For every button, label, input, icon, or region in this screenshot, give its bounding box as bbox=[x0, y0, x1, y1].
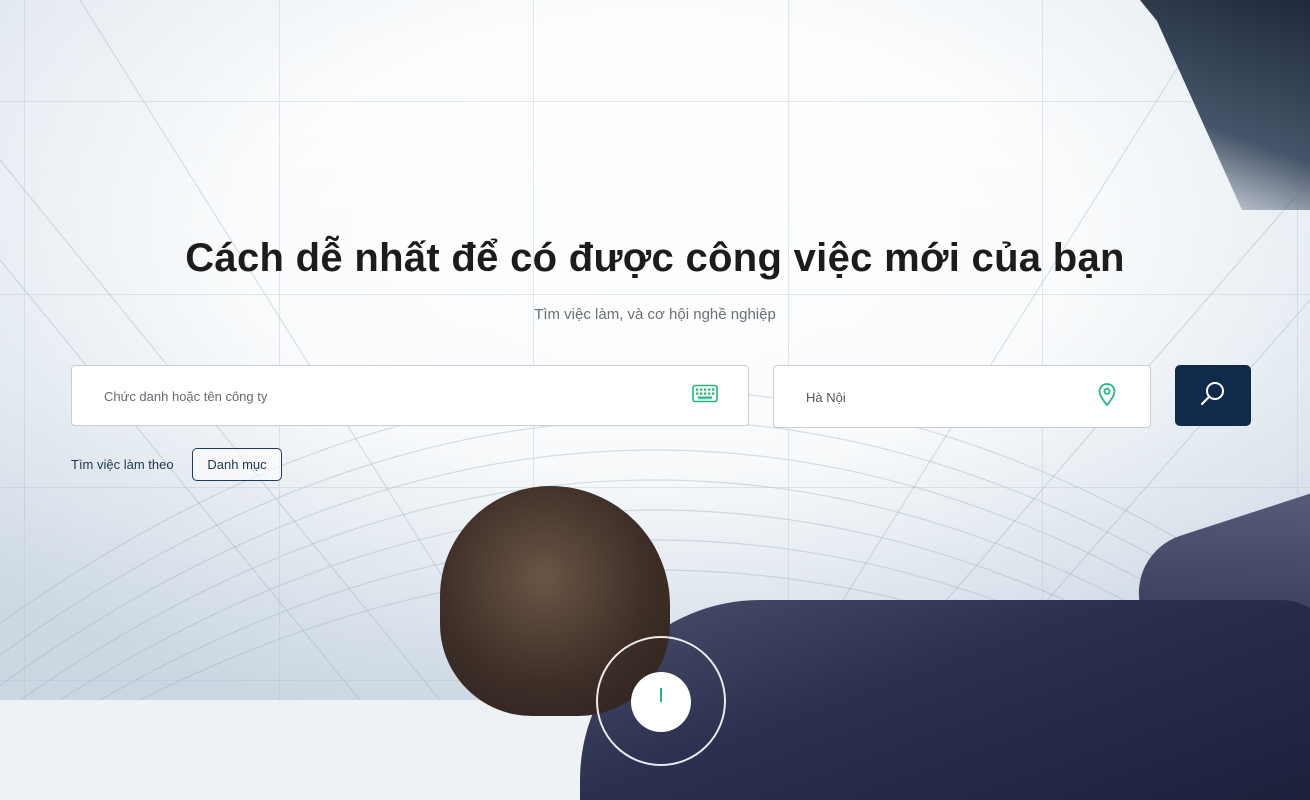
keyword-input[interactable] bbox=[102, 366, 580, 427]
grid-line bbox=[0, 101, 1310, 102]
scroll-down-button[interactable] bbox=[631, 672, 691, 732]
grid-line bbox=[0, 487, 1310, 488]
grid-line bbox=[788, 0, 789, 700]
browse-by-label: Tìm việc làm theo bbox=[71, 457, 174, 472]
location-input[interactable] bbox=[804, 366, 1072, 429]
category-button[interactable]: Danh mục bbox=[192, 448, 282, 481]
keyword-search-field[interactable] bbox=[71, 365, 749, 427]
location-field[interactable] bbox=[773, 365, 1151, 429]
search-icon bbox=[1199, 380, 1227, 411]
hero-subtitle: Tìm việc làm, và cơ hội nghề nghiệp bbox=[534, 306, 776, 323]
grid-line bbox=[0, 294, 1310, 295]
search-button[interactable] bbox=[1175, 365, 1251, 426]
hero-title: Cách dễ nhất để có được công việc mới củ… bbox=[185, 236, 1125, 280]
grid-line bbox=[24, 0, 25, 700]
map-pin-icon[interactable] bbox=[1098, 382, 1116, 411]
grid-line bbox=[1042, 0, 1043, 700]
grid-line bbox=[279, 0, 280, 700]
keyboard-icon[interactable] bbox=[692, 384, 718, 407]
